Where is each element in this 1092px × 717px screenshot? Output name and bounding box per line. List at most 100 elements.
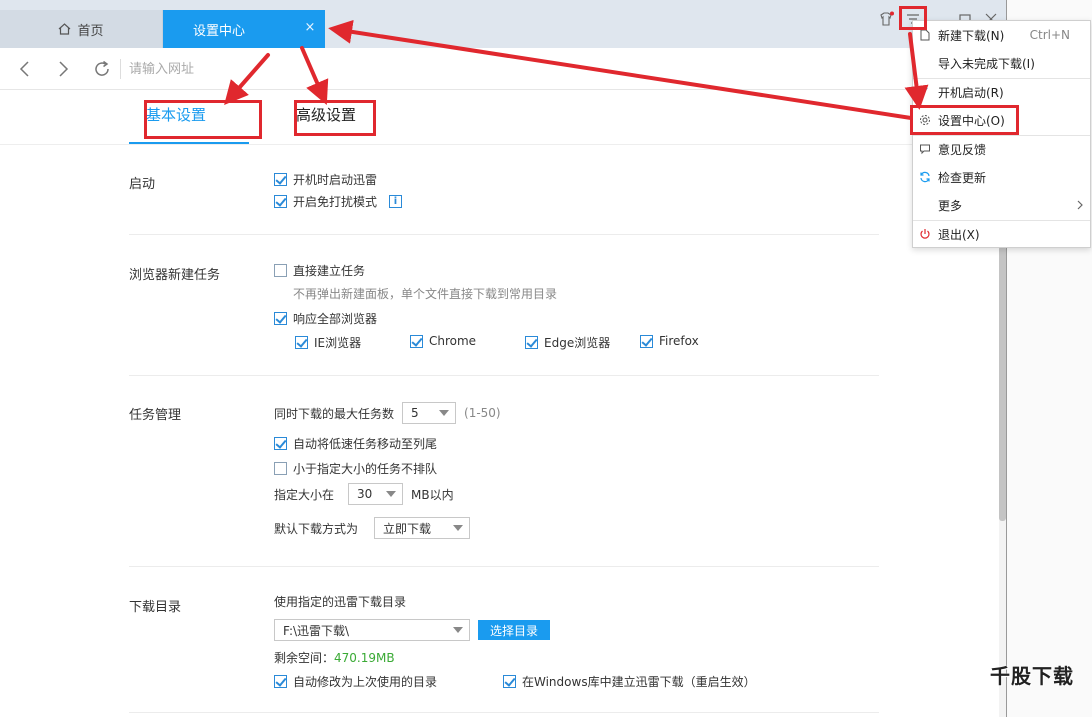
checkbox-unchecked[interactable] [274, 264, 287, 277]
menu-item-more[interactable]: 更多 [913, 192, 1090, 218]
free-space-value: 470.19MB [334, 650, 395, 665]
section-title-download-dir: 下载目录 [129, 600, 182, 615]
checkbox-checked[interactable] [274, 675, 287, 688]
highlight-advanced-settings [294, 100, 376, 136]
menu-item-new-download[interactable]: 新建下载(N) Ctrl+N [913, 22, 1090, 48]
menu-feedback-label: 意见反馈 [938, 142, 987, 157]
chrome-checkbox[interactable]: Chrome [410, 334, 476, 348]
chevron-down-icon [439, 410, 450, 416]
checkbox-checked[interactable] [640, 334, 653, 348]
menu-item-auto-start[interactable]: ✓ 开机启动(R) [913, 79, 1090, 105]
checkbox-checked[interactable] [410, 334, 423, 348]
checkbox-checked[interactable] [274, 437, 287, 450]
section-title-startup: 启动 [129, 177, 156, 192]
mode-label: 默认下载方式为 [274, 521, 359, 536]
ie-label: IE浏览器 [314, 336, 362, 350]
checkbox-checked[interactable] [274, 173, 287, 186]
section-divider [129, 375, 879, 376]
auto-start-label: 开机时启动迅雷 [293, 173, 378, 187]
checkbox-checked[interactable] [525, 336, 538, 349]
info-icon[interactable]: i [389, 195, 403, 208]
auto-modify-label: 自动修改为上次使用的目录 [293, 675, 438, 689]
back-icon[interactable] [14, 58, 36, 80]
chevron-down-icon [453, 627, 463, 633]
windows-lib-checkbox[interactable]: 在Windows库中建立迅雷下载（重启生效） [503, 673, 756, 690]
max-tasks-select[interactable]: 5 [402, 402, 457, 424]
chevron-down-icon [453, 525, 464, 531]
direct-create-label: 直接建立任务 [293, 264, 366, 278]
max-tasks-range: (1-50) [464, 406, 501, 420]
checkbox-checked[interactable] [295, 336, 308, 349]
respond-all-label: 响应全部浏览器 [293, 312, 378, 326]
no-disturb-checkbox[interactable]: 开启免打扰模式 i [274, 193, 403, 210]
mode-row: 默认下载方式为 立即下载 [274, 517, 478, 539]
small-no-queue-label: 小于指定大小的任务不排队 [293, 462, 438, 476]
small-no-queue-checkbox[interactable]: 小于指定大小的任务不排队 [274, 460, 437, 477]
forward-icon[interactable] [52, 58, 74, 80]
no-disturb-label: 开启免打扰模式 [293, 195, 378, 209]
section-divider [129, 234, 879, 235]
size-value: 30 [357, 487, 373, 501]
menu-more-label: 更多 [938, 198, 963, 213]
size-unit: MB以内 [411, 487, 454, 502]
update-icon [920, 171, 930, 183]
menu-item-feedback[interactable]: 意见反馈 [913, 136, 1090, 162]
auto-start-checkbox[interactable]: 开机时启动迅雷 [274, 171, 377, 188]
skin-icon[interactable] [877, 10, 895, 28]
tab-home[interactable]: 首页 [0, 10, 163, 48]
respond-all-checkbox[interactable]: 响应全部浏览器 [274, 310, 377, 327]
mode-select[interactable]: 立即下载 [374, 517, 471, 539]
checkbox-checked[interactable] [274, 312, 287, 325]
scrollbar-thumb[interactable] [999, 246, 1006, 521]
firefox-checkbox[interactable]: Firefox [640, 334, 699, 348]
menu-item-check-update[interactable]: 检查更新 [913, 164, 1090, 190]
use-dir-label: 使用指定的迅雷下载目录 [274, 595, 407, 609]
max-tasks-row: 同时下载的最大任务数 5 (1-50) [274, 402, 501, 424]
max-tasks-label: 同时下载的最大任务数 [274, 406, 395, 421]
menu-item-import[interactable]: 导入未完成下载(I) [913, 50, 1090, 76]
chevron-right-icon [1077, 200, 1083, 210]
choose-dir-button[interactable]: 选择目录 [478, 620, 551, 640]
max-tasks-value: 5 [411, 406, 419, 420]
section-divider [129, 712, 879, 713]
move-slow-checkbox[interactable]: 自动将低速任务移动至列尾 [274, 435, 437, 452]
chrome-label: Chrome [429, 334, 477, 348]
checkbox-checked[interactable] [503, 675, 516, 688]
power-icon [920, 229, 930, 239]
checkbox-unchecked[interactable] [274, 462, 287, 475]
menu-new-download-label: 新建下载(N) [938, 28, 1005, 43]
refresh-icon[interactable] [91, 58, 113, 80]
ie-checkbox[interactable]: IE浏览器 [295, 334, 361, 351]
section-title-browser: 浏览器新建任务 [129, 268, 221, 283]
dir-path-select[interactable]: F:\迅雷下载\ [274, 619, 470, 641]
check-icon: ✓ [920, 85, 930, 98]
free-space-label: 剩余空间： [274, 651, 335, 665]
auto-modify-checkbox[interactable]: 自动修改为上次使用的目录 [274, 673, 437, 690]
menu-auto-start-label: 开机启动(R) [938, 85, 1004, 100]
direct-create-hint: 不再弹出新建面板，单个文件直接下载到常用目录 [293, 287, 558, 301]
edge-checkbox[interactable]: Edge浏览器 [525, 334, 610, 351]
windows-lib-label: 在Windows库中建立迅雷下载（重启生效） [522, 675, 756, 689]
size-select[interactable]: 30 [348, 483, 404, 505]
active-tab-underline [129, 142, 249, 144]
close-tab-icon[interactable]: × [303, 21, 317, 35]
url-input[interactable] [120, 59, 420, 79]
menu-new-download-shortcut: Ctrl+N [1029, 28, 1070, 42]
highlight-basic-settings [144, 100, 262, 139]
dir-row: F:\迅雷下载\ 选择目录 [274, 619, 551, 641]
dir-path-value: F:\迅雷下载\ [283, 623, 350, 638]
free-space-row: 剩余空间： 470.19MB [274, 649, 395, 666]
chevron-down-icon [386, 491, 397, 497]
menu-exit-label: 退出(X) [938, 227, 980, 242]
firefox-label: Firefox [659, 334, 699, 348]
address-bar [0, 48, 1006, 90]
home-icon [59, 23, 71, 35]
tab-home-label: 首页 [77, 23, 104, 39]
direct-create-checkbox[interactable]: 直接建立任务 [274, 262, 365, 279]
tab-settings[interactable]: 设置中心 × [163, 10, 325, 48]
menu-import-label: 导入未完成下载(I) [938, 56, 1035, 71]
checkbox-checked[interactable] [274, 195, 287, 208]
watermark: 千股下载 [990, 664, 1074, 688]
menu-check-update-label: 检查更新 [938, 170, 987, 185]
menu-item-exit[interactable]: 退出(X) [913, 221, 1090, 247]
